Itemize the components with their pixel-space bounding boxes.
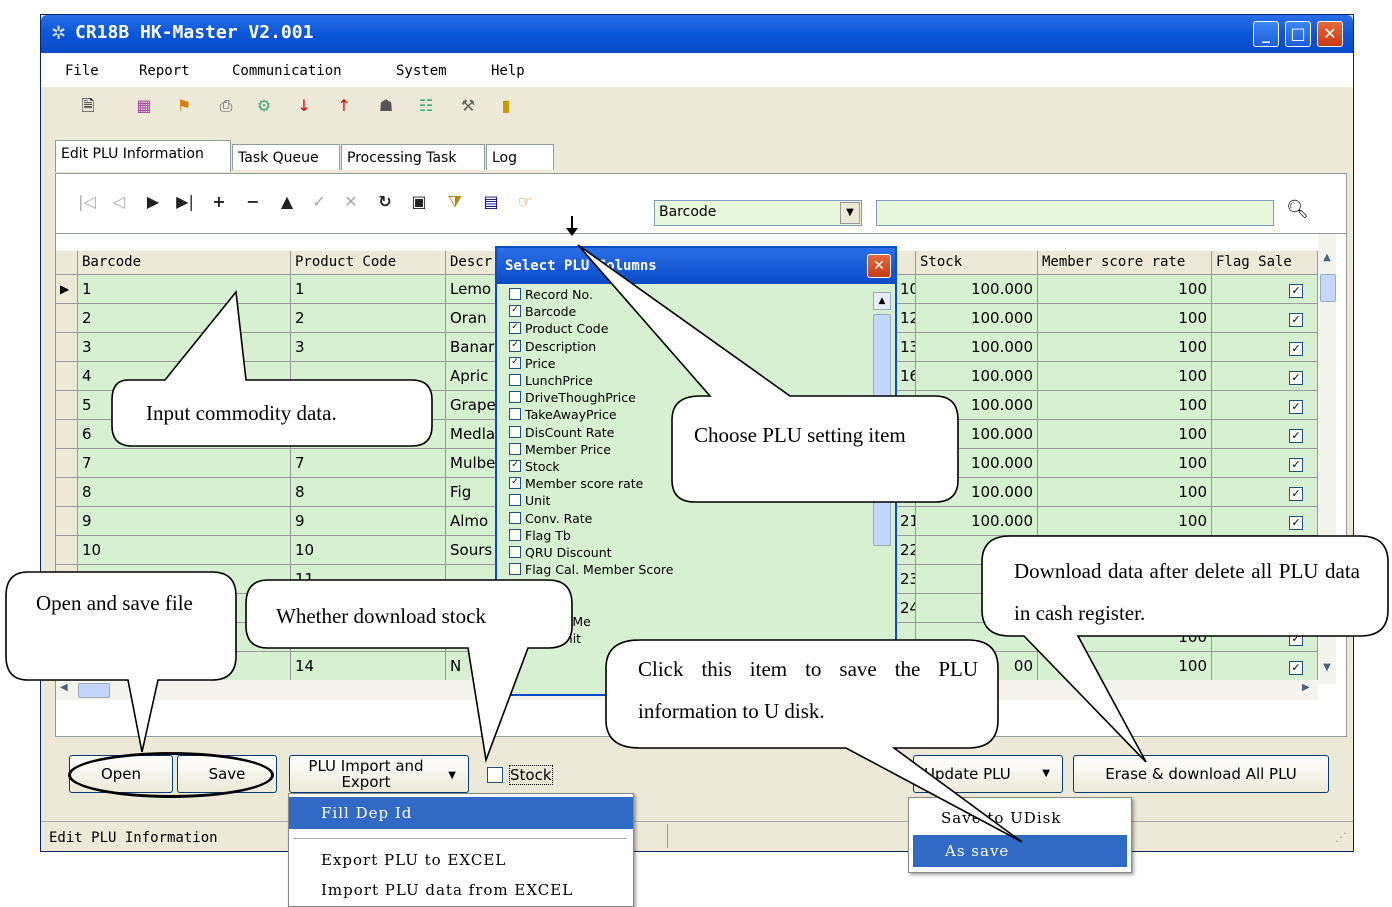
callout-download-text: Download data after delete all PLU data … — [1014, 559, 1360, 625]
callout-choose-text: Choose PLU setting item — [694, 423, 906, 447]
callout-input-text: Input commodity data. — [146, 401, 337, 425]
callout-choose-shape — [577, 244, 959, 503]
pointer-arrow-icon — [566, 216, 578, 236]
callout-click-text: Click this item to save the PLU informat… — [638, 657, 978, 723]
callout-open-save-text: Open and save file — [36, 591, 193, 615]
callout-whether-text: Whether download stock — [276, 604, 486, 628]
